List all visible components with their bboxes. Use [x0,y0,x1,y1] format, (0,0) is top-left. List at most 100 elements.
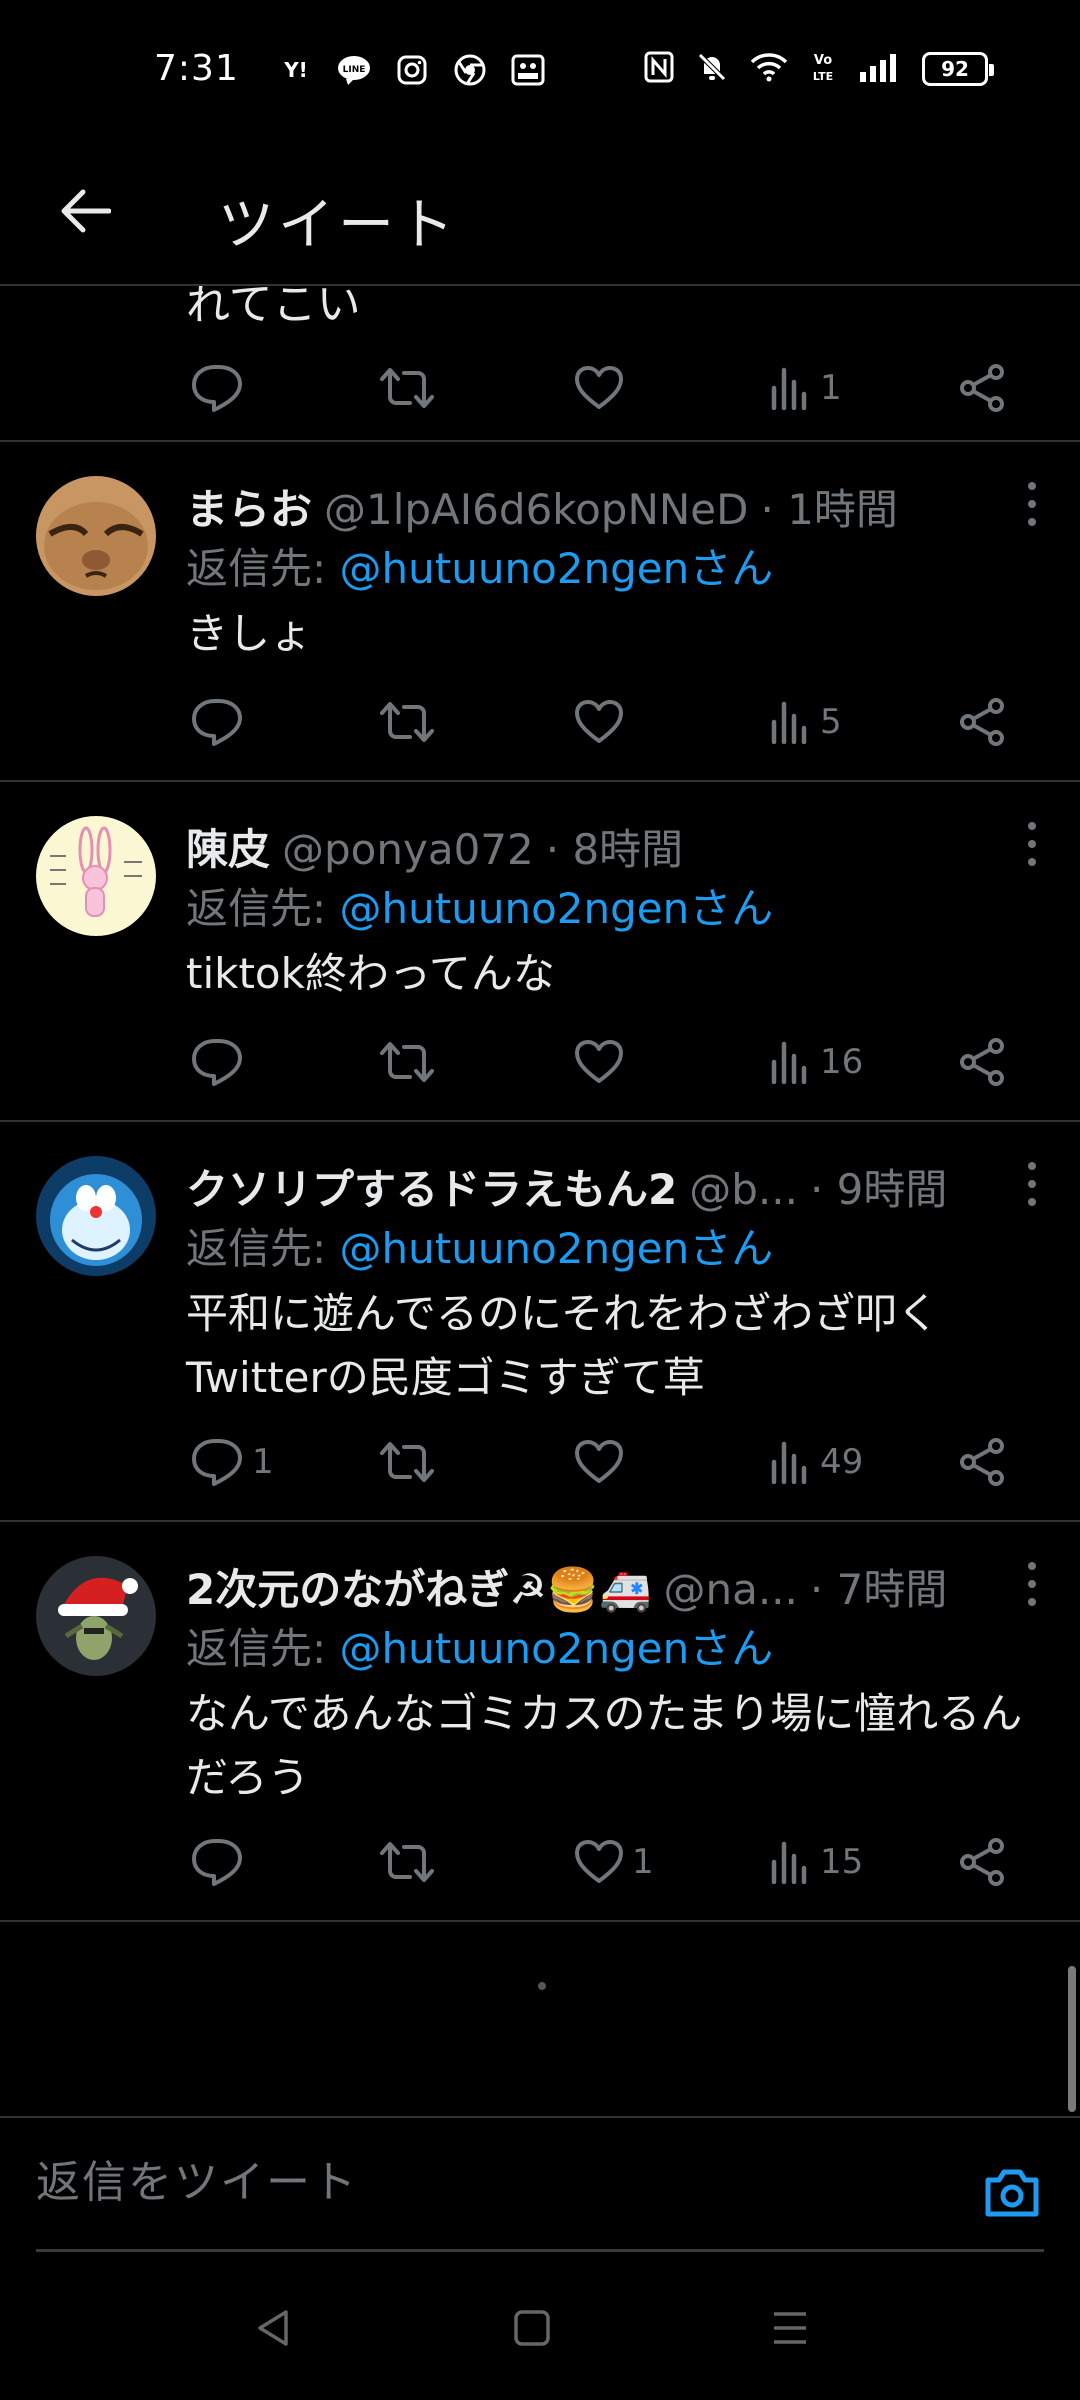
views-button[interactable]: 1 [770,358,842,418]
line-icon: LINE [336,52,372,88]
system-icons: Vo LTE 92 [644,50,994,88]
reply-context: 返信先: @hutuuno2ngenさん [186,1616,1050,1682]
more-options-button[interactable] [1022,482,1042,526]
mute-icon [696,51,728,87]
share-icon [960,1838,1004,1886]
like-button[interactable] [574,358,624,418]
reply-context: 返信先: @hutuuno2ngenさん [186,876,1050,942]
tweet-item[interactable]: 陳皮 @ponya072 · 8時間 返信先: @hutuuno2ngenさん … [0,782,1080,1122]
share-button[interactable] [958,1832,1006,1892]
views-button[interactable]: 16 [770,1032,863,1092]
retweet-button[interactable] [378,1032,436,1092]
instagram-icon [394,52,430,88]
share-icon [960,1038,1004,1086]
retweet-button[interactable] [378,358,436,418]
tweet-header: まらお @1lpAI6d6kopNNeD · 1時間 [186,476,1050,536]
timestamp: · 9時間 [809,1165,948,1214]
analytics-icon [771,367,807,410]
avatar[interactable] [36,476,156,596]
share-button[interactable] [958,1032,1006,1092]
display-name[interactable]: 陳皮 [186,816,270,877]
camera-button[interactable] [982,2166,1042,2226]
retweet-button[interactable] [378,692,436,752]
avatar[interactable] [36,816,156,936]
comment-icon [192,1439,242,1486]
like-button[interactable] [574,692,632,752]
user-handle[interactable]: @1lpAI6d6kopNNeD [324,485,748,534]
like-button[interactable] [574,1432,632,1492]
retweet-button[interactable] [378,1832,436,1892]
nav-menu-button[interactable] [760,2298,820,2358]
display-name[interactable]: 2次元のながねぎ☭🍔🚑 [186,1556,651,1617]
reply-button[interactable] [190,358,244,418]
more-options-button[interactable] [1022,822,1042,866]
nav-back-button[interactable] [244,2298,304,2358]
user-handle[interactable]: @b... [689,1165,798,1214]
analytics-icon [771,701,807,744]
avatar[interactable] [36,1156,156,1276]
views-button[interactable]: 5 [770,692,842,752]
user-handle[interactable]: @na... [663,1565,797,1614]
svg-text:Vo: Vo [814,53,832,68]
camera-icon [985,2169,1039,2217]
tweet-partial[interactable]: れてこい 1 [0,286,1080,442]
reply-mention-link[interactable]: @hutuuno2ngenさん [340,1224,774,1273]
display-name[interactable]: クソリプするドラえもん2 [186,1156,677,1217]
share-button[interactable] [958,692,1006,752]
yahoo-icon: Y! [284,58,308,82]
comment-icon [192,1039,242,1086]
more-options-button[interactable] [1022,1162,1042,1206]
scrollbar-thumb[interactable] [1068,1966,1076,2112]
views-button[interactable]: 49 [770,1432,863,1492]
avatar[interactable] [36,1556,156,1676]
share-button[interactable] [958,358,1006,418]
more-options-button[interactable] [1022,1562,1042,1606]
reply-prefix: 返信先: [186,1224,340,1273]
tweet-text: tiktok終わってんな [186,949,555,998]
tweet-text: きしょ [186,609,313,658]
display-name[interactable]: まらお [186,476,312,537]
reply-mention-link[interactable]: @hutuuno2ngenさん [340,1624,774,1673]
system-navigation-bar [0,2252,1080,2400]
timestamp: · 8時間 [545,825,684,874]
replies-feed[interactable]: れてこい 1 まらお @1lpAI6d6kopNNeD · 1時間 返信先: @… [0,286,1080,1922]
retweet-icon [380,702,434,742]
tweet-item[interactable]: まらお @1lpAI6d6kopNNeD · 1時間 返信先: @hutuuno… [0,442,1080,782]
analytics-icon [771,1841,807,1884]
tweet-item[interactable]: クソリプするドラえもん2 @b... · 9時間 返信先: @hutuuno2n… [0,1122,1080,1522]
reply-mention-link[interactable]: @hutuuno2ngenさん [340,544,774,593]
reply-context: 返信先: @hutuuno2ngenさん [186,1216,1050,1282]
reply-mention-link[interactable]: @hutuuno2ngenさん [340,884,774,933]
reply-input[interactable]: 返信をツイート [36,2146,358,2210]
like-button[interactable] [574,1032,632,1092]
views-button[interactable]: 15 [770,1832,863,1892]
share-button[interactable] [958,1432,1006,1492]
reply-button[interactable] [190,692,252,752]
timestamp: · 7時間 [809,1565,948,1614]
views-count: 5 [820,702,842,742]
retweet-icon [380,1042,434,1082]
nav-home-button[interactable] [502,2298,562,2358]
reply-button[interactable] [190,1032,252,1092]
back-button[interactable] [50,176,120,246]
tweet-actions: 1 49 [186,1432,1016,1492]
timestamp: · 1時間 [760,485,898,534]
like-button[interactable]: 1 [574,1832,654,1892]
comment-icon [192,699,242,746]
page-title: ツイート [218,193,458,258]
battery-indicator: 92 [922,52,994,86]
tweet-item[interactable]: 2次元のながねぎ☭🍔🚑 @na... · 7時間 返信先: @hutuuno2n… [0,1522,1080,1922]
tweet-content: 陳皮 @ponya072 · 8時間 返信先: @hutuuno2ngenさん … [186,816,1050,1006]
rabbit-drawing-avatar-icon [36,816,156,936]
retweet-button[interactable] [378,1432,436,1492]
tweet-header: 陳皮 @ponya072 · 8時間 [186,816,1050,876]
heart-icon [575,1440,623,1483]
status-time: 7:31 [154,48,239,89]
reply-button[interactable]: 1 [190,1432,274,1492]
like-count: 1 [632,1842,654,1882]
views-count: 1 [820,368,842,408]
user-handle[interactable]: @ponya072 [282,825,534,874]
menu-lines-icon [774,2312,806,2344]
reply-count: 1 [252,1442,274,1482]
reply-button[interactable] [190,1832,252,1892]
